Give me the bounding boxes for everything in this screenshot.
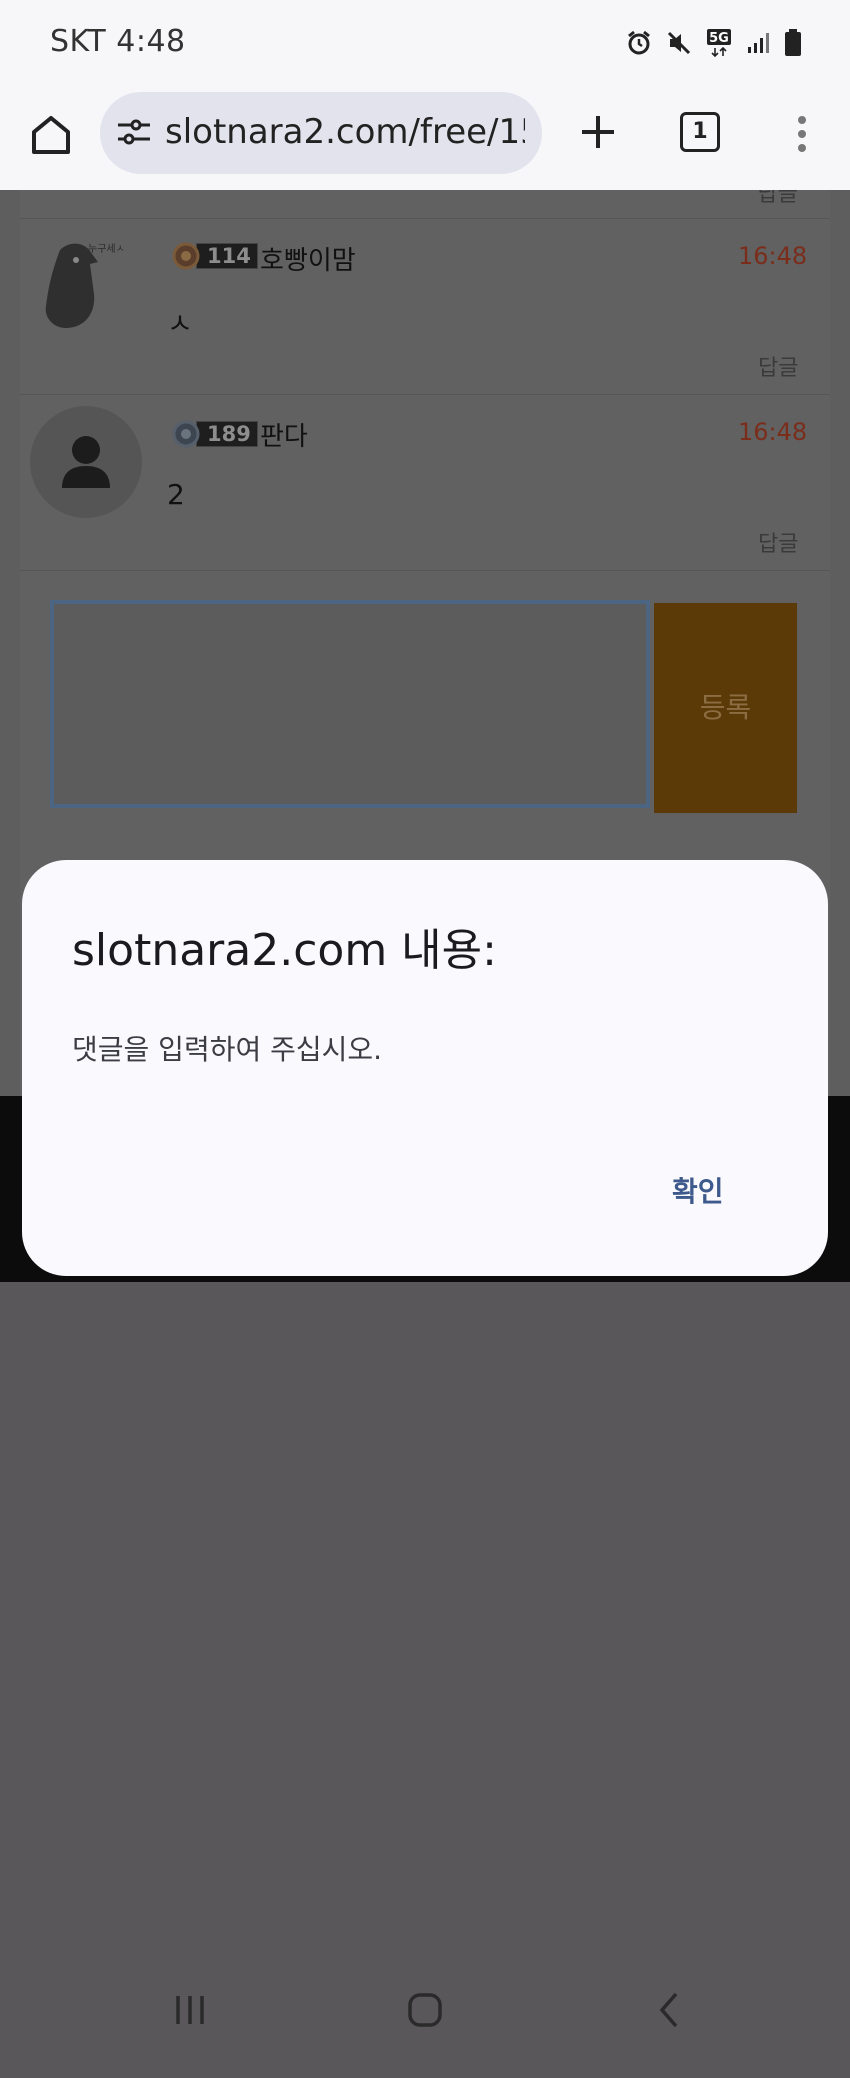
dialog-title: slotnara2.com 내용: — [72, 925, 497, 976]
comment-text: 2 — [167, 478, 185, 511]
level-badge: 189 — [172, 420, 258, 448]
alarm-icon — [626, 30, 652, 56]
svg-text:누구세ㅅ: 누구세ㅅ — [88, 243, 125, 255]
recent-apps-button[interactable] — [170, 1990, 210, 2034]
home-nav-icon — [408, 1993, 442, 2027]
new-tab-button[interactable] — [576, 110, 620, 154]
home-nav-button[interactable] — [405, 1990, 445, 2034]
avatar: 누구세ㅅ — [45, 243, 125, 328]
more-menu-button[interactable] — [792, 112, 812, 156]
svg-text:5G: 5G — [709, 31, 729, 46]
home-icon — [32, 116, 70, 154]
more-vert-icon — [798, 116, 806, 152]
5g-icon: 5G — [706, 28, 732, 58]
reply-link[interactable]: 답글 — [758, 190, 798, 208]
level-emblem-icon — [172, 420, 200, 448]
divider — [20, 394, 830, 395]
divider — [20, 570, 830, 571]
submit-comment-button[interactable]: 등록 — [654, 603, 797, 813]
divider — [20, 218, 830, 219]
level-badge: 114 — [172, 242, 258, 270]
alert-dialog: slotnara2.com 내용: 댓글을 입력하여 주십시오. 확인 — [22, 860, 828, 1276]
ok-button[interactable]: 확인 — [672, 1170, 724, 1210]
comment-nickname[interactable]: 판다 — [260, 416, 308, 453]
home-button[interactable] — [26, 110, 76, 160]
tune-icon[interactable] — [116, 116, 152, 148]
battery-icon — [784, 29, 802, 57]
status-icons: 5G — [626, 28, 802, 58]
signal-icon — [746, 31, 770, 55]
plus-icon — [582, 116, 614, 148]
comment-nickname[interactable]: 호빵이맘 — [260, 240, 356, 277]
dialog-message: 댓글을 입력하여 주십시오. — [72, 1033, 383, 1066]
back-icon — [659, 1992, 678, 2028]
tabs-icon: 1 — [680, 112, 720, 152]
navigation-bar — [0, 1960, 850, 2078]
level-emblem-icon — [172, 242, 200, 270]
user-icon — [62, 436, 110, 488]
browser-toolbar: slotnara2.com/free/1573 1 — [0, 90, 850, 190]
mute-icon — [666, 30, 692, 56]
comment-time: 16:48 — [738, 242, 808, 270]
reply-link[interactable]: 답글 — [758, 526, 798, 558]
comment-text: ㅅ — [167, 307, 193, 340]
comment-time: 16:48 — [738, 418, 808, 446]
recent-apps-icon — [176, 1996, 204, 2024]
address-bar[interactable]: slotnara2.com/free/1573 — [100, 92, 542, 174]
tab-switcher-button[interactable]: 1 — [680, 112, 720, 152]
carrier-time: SKT 4:48 — [50, 24, 186, 59]
level-number: 114 — [196, 243, 258, 269]
comment-input[interactable] — [50, 600, 650, 808]
url-text[interactable]: slotnara2.com/free/1573 — [165, 112, 525, 152]
level-number: 189 — [196, 421, 258, 447]
avatar — [30, 406, 142, 518]
reply-link[interactable]: 답글 — [758, 350, 798, 382]
status-bar: SKT 4:48 5G — [0, 0, 850, 90]
back-button[interactable] — [650, 1990, 690, 2034]
